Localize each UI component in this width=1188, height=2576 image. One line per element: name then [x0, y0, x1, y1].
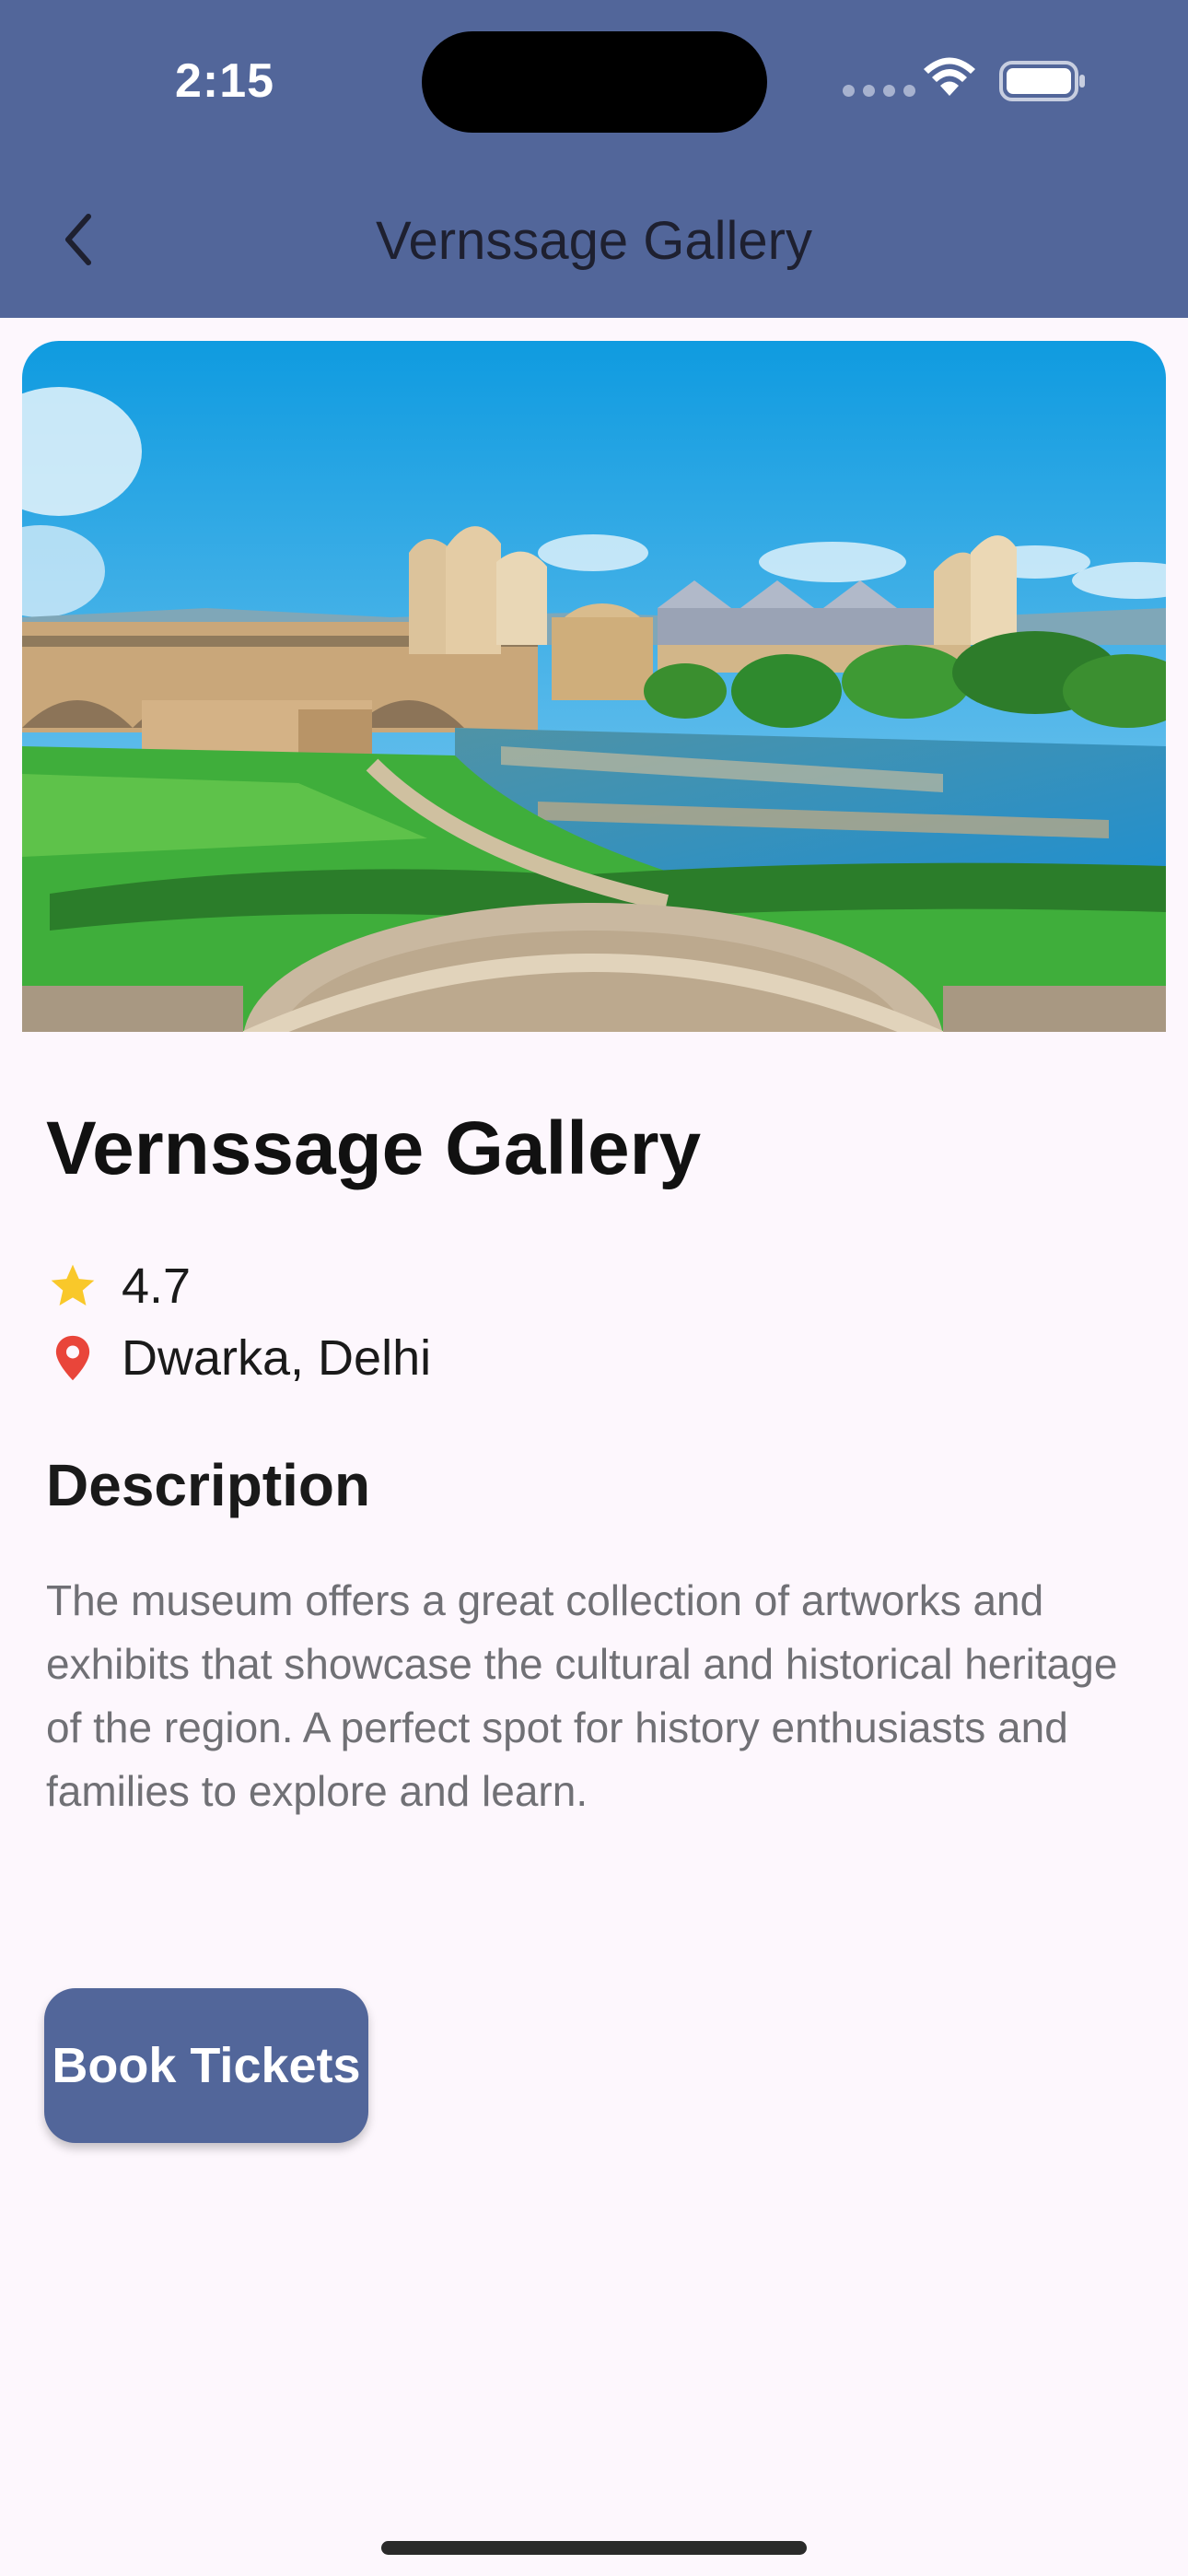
location-row: Dwarka, Delhi	[46, 1329, 431, 1387]
cellular-signal-icon	[843, 85, 915, 97]
location-text: Dwarka, Delhi	[122, 1330, 432, 1386]
status-time: 2:15	[175, 54, 275, 108]
description-heading: Description	[46, 1452, 371, 1518]
wifi-icon	[924, 57, 975, 96]
gallery-photo	[22, 341, 1166, 1032]
museum-detail-screen: 2:15 Vernssage Gallery Vernssage Gallery…	[0, 0, 1188, 2576]
rating-row: 4.7	[46, 1258, 191, 1315]
app-header: 2:15 Vernssage Gallery	[0, 0, 1188, 318]
description-text: The museum offers a great collection of …	[46, 1576, 1118, 1815]
location-pin-icon	[55, 1335, 90, 1381]
star-icon	[51, 1264, 95, 1306]
home-indicator	[381, 2541, 807, 2555]
battery-icon	[999, 61, 1085, 101]
place-name: Vernssage Gallery	[46, 1107, 702, 1190]
dynamic-island	[422, 31, 767, 133]
page-title: Vernssage Gallery	[376, 211, 812, 271]
rating-value: 4.7	[122, 1259, 192, 1314]
book-tickets-button[interactable]: Book Tickets	[44, 1988, 368, 2143]
